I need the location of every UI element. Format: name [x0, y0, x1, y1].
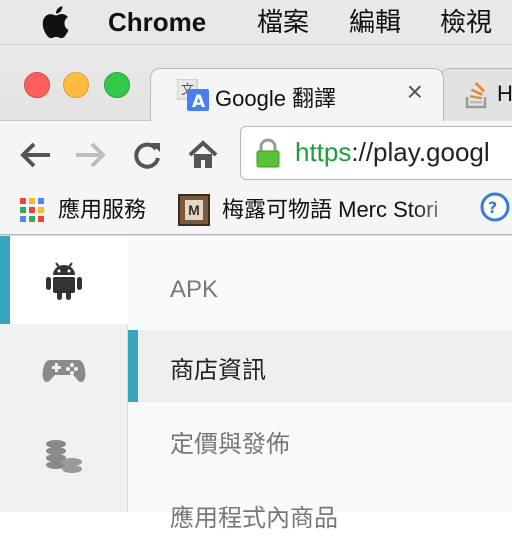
- menu-panel: APK 商店資訊 定價與發佈 應用程式內商品: [128, 236, 512, 532]
- close-tab-icon[interactable]: ×: [407, 76, 423, 107]
- apple-icon[interactable]: [40, 6, 70, 38]
- tab-title: Google 翻譯: [215, 86, 337, 111]
- home-icon: [188, 140, 218, 168]
- google-translate-icon: 文 A: [177, 79, 209, 111]
- back-button[interactable]: [18, 139, 52, 171]
- url-text: https://play.googl: [295, 137, 490, 168]
- menu-item-label: 定價與發佈: [170, 431, 290, 458]
- sidebar-item-apps[interactable]: [0, 236, 128, 324]
- menu-item-apk[interactable]: APK: [128, 256, 512, 328]
- menu-edit[interactable]: 編輯: [349, 4, 401, 40]
- app-menu-chrome[interactable]: Chrome: [108, 4, 206, 40]
- menu-item-label: 應用程式內商品: [170, 505, 338, 532]
- active-indicator: [0, 236, 10, 324]
- bookmark-fade: [410, 186, 470, 234]
- minimize-window-button[interactable]: [63, 72, 89, 98]
- apps-grid-icon: [20, 198, 44, 222]
- forward-button[interactable]: [74, 139, 108, 171]
- gamepad-icon: [42, 360, 86, 382]
- url-scheme: https: [295, 137, 352, 167]
- sidebar-item-finance[interactable]: [0, 412, 128, 500]
- menu-item-in-app-products[interactable]: 應用程式內商品: [128, 478, 512, 550]
- menu-item-store-listing[interactable]: 商店資訊: [128, 330, 512, 402]
- menu-file[interactable]: 檔案: [257, 4, 309, 40]
- menu-item-label: 商店資訊: [170, 357, 266, 384]
- coins-icon: [46, 440, 82, 473]
- menu-item-pricing[interactable]: 定價與發佈: [128, 404, 512, 476]
- home-button[interactable]: [186, 139, 220, 171]
- bookmark-icon-partial[interactable]: ?: [480, 192, 510, 222]
- svg-text:?: ?: [488, 198, 497, 217]
- zoom-window-button[interactable]: [104, 72, 130, 98]
- close-window-button[interactable]: [24, 72, 50, 98]
- address-bar[interactable]: https://play.googl: [240, 126, 512, 180]
- menu-item-label: APK: [170, 276, 219, 303]
- bookmark-label: 梅露可物語 Merc Stori: [222, 197, 439, 222]
- bookmark-label: 應用服務: [58, 197, 147, 222]
- tab-google-translate[interactable]: 文 A Google 翻譯 ×: [150, 68, 444, 121]
- menu-bar: Chrome 檔案 編輯 檢視: [0, 0, 512, 45]
- reload-icon: [134, 142, 160, 169]
- stackoverflow-icon: [465, 82, 487, 109]
- merc-storia-icon: M: [178, 194, 210, 226]
- url-host: ://play.googl: [351, 137, 490, 167]
- back-arrow-icon: [20, 142, 50, 168]
- forward-arrow-icon: [76, 142, 106, 168]
- tab-title: H: [497, 81, 512, 106]
- tab-stackoverflow[interactable]: H: [440, 68, 512, 121]
- play-console-page: APK 商店資訊 定價與發佈 應用程式內商品: [0, 236, 512, 532]
- lock-icon: [256, 138, 280, 168]
- selected-indicator: [128, 330, 138, 402]
- menu-view[interactable]: 檢視: [440, 4, 492, 40]
- reload-button[interactable]: [130, 139, 164, 171]
- side-nav: [0, 236, 128, 512]
- svg-text:A: A: [192, 92, 206, 111]
- sidebar-item-games[interactable]: [0, 324, 128, 412]
- android-icon: [46, 262, 82, 300]
